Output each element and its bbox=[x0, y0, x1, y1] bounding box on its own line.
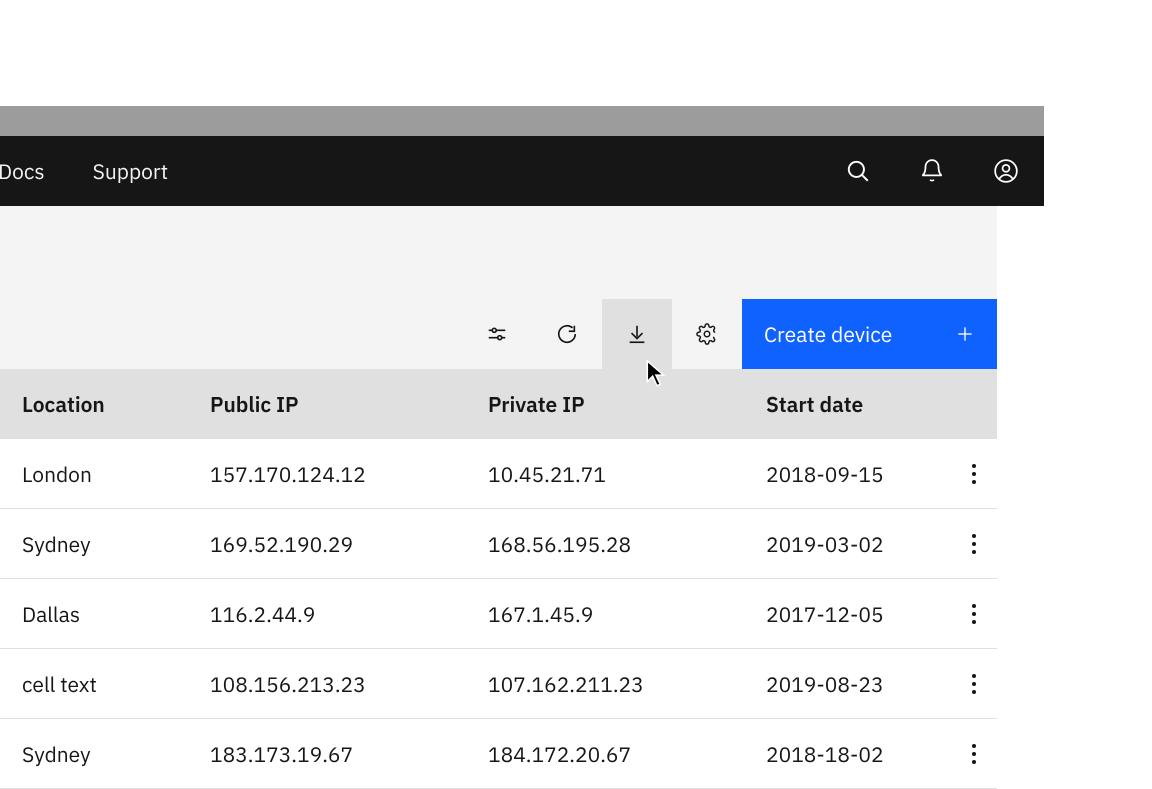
overflow-icon bbox=[972, 464, 976, 484]
refresh-icon bbox=[556, 323, 578, 345]
cell-location: cell text bbox=[0, 670, 188, 698]
download-icon bbox=[626, 323, 648, 345]
cell-private-ip: 107.162.211.23 bbox=[466, 670, 744, 698]
th-location[interactable]: Location bbox=[0, 390, 188, 418]
nav-support-link[interactable]: Support bbox=[93, 157, 168, 185]
refresh-button[interactable] bbox=[532, 299, 602, 369]
notifications-icon[interactable] bbox=[918, 157, 946, 185]
cell-private-ip: 167.1.45.9 bbox=[466, 600, 744, 628]
table-body: London 157.170.124.12 10.45.21.71 2018-0… bbox=[0, 439, 997, 789]
filter-button[interactable] bbox=[462, 299, 532, 369]
settings-button[interactable] bbox=[672, 299, 742, 369]
download-button[interactable] bbox=[602, 299, 672, 369]
table-row: Sydney 183.173.19.67 184.172.20.67 2018-… bbox=[0, 719, 997, 789]
content-area: Create device Location Public IP Private… bbox=[0, 206, 997, 789]
row-overflow-menu[interactable] bbox=[929, 439, 997, 508]
user-avatar-icon[interactable] bbox=[992, 157, 1020, 185]
table-row: Sydney 169.52.190.29 168.56.195.28 2019-… bbox=[0, 509, 997, 579]
overflow-icon bbox=[972, 534, 976, 554]
th-private-ip[interactable]: Private IP bbox=[466, 390, 744, 418]
table-row: London 157.170.124.12 10.45.21.71 2018-0… bbox=[0, 439, 997, 509]
cell-private-ip: 168.56.195.28 bbox=[466, 530, 744, 558]
cell-public-ip: 169.52.190.29 bbox=[188, 530, 466, 558]
row-overflow-menu[interactable] bbox=[929, 579, 997, 648]
overflow-icon bbox=[972, 674, 976, 694]
cell-start-date: 2019-08-23 bbox=[744, 670, 929, 698]
table-row: Dallas 116.2.44.9 167.1.45.9 2017-12-05 bbox=[0, 579, 997, 649]
filter-icon bbox=[486, 323, 508, 345]
cell-location: Sydney bbox=[0, 740, 188, 768]
cell-location: Dallas bbox=[0, 600, 188, 628]
cell-public-ip: 108.156.213.23 bbox=[188, 670, 466, 698]
th-start-date[interactable]: Start date bbox=[744, 390, 929, 418]
create-device-button[interactable]: Create device bbox=[742, 299, 997, 369]
row-overflow-menu[interactable] bbox=[929, 719, 997, 788]
gear-icon bbox=[696, 323, 718, 345]
table-row: cell text 108.156.213.23 107.162.211.23 … bbox=[0, 649, 997, 719]
cell-start-date: 2017-12-05 bbox=[744, 600, 929, 628]
row-overflow-menu[interactable] bbox=[929, 509, 997, 578]
cell-start-date: 2018-09-15 bbox=[744, 460, 929, 488]
cell-private-ip: 184.172.20.67 bbox=[466, 740, 744, 768]
cell-start-date: 2019-03-02 bbox=[744, 530, 929, 558]
overflow-icon bbox=[972, 744, 976, 764]
cell-public-ip: 116.2.44.9 bbox=[188, 600, 466, 628]
create-device-label: Create device bbox=[764, 320, 892, 348]
search-icon[interactable] bbox=[844, 157, 872, 185]
plus-icon bbox=[955, 324, 975, 344]
table-toolbar: Create device bbox=[0, 206, 997, 369]
row-overflow-menu[interactable] bbox=[929, 649, 997, 718]
top-nav: Docs Support bbox=[0, 136, 1044, 206]
cell-public-ip: 157.170.124.12 bbox=[188, 460, 466, 488]
cell-public-ip: 183.173.19.67 bbox=[188, 740, 466, 768]
browser-chrome-bar bbox=[0, 106, 1044, 136]
cell-private-ip: 10.45.21.71 bbox=[466, 460, 744, 488]
overflow-icon bbox=[972, 604, 976, 624]
cell-start-date: 2018-18-02 bbox=[744, 740, 929, 768]
cell-location: London bbox=[0, 460, 188, 488]
th-public-ip[interactable]: Public IP bbox=[188, 390, 466, 418]
table-header-row: Location Public IP Private IP Start date bbox=[0, 369, 997, 439]
cell-location: Sydney bbox=[0, 530, 188, 558]
nav-docs-link[interactable]: Docs bbox=[0, 157, 45, 185]
